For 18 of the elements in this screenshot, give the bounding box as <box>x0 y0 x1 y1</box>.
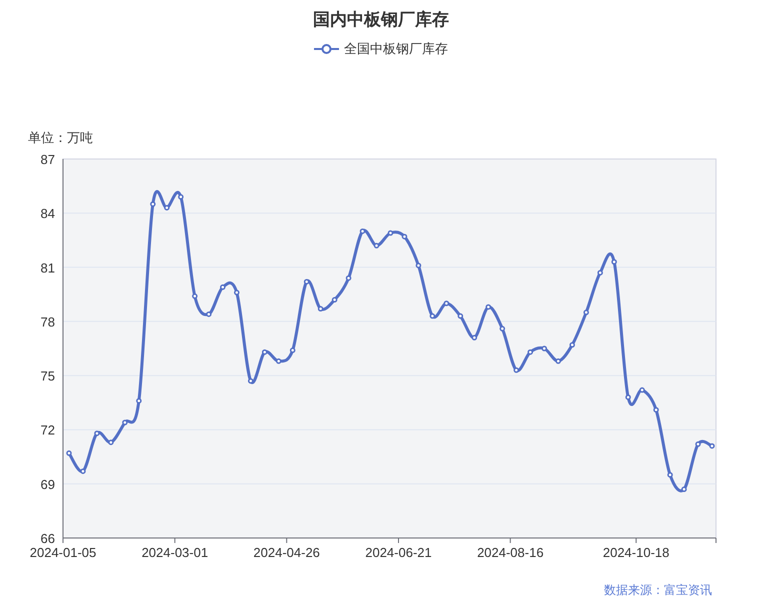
y-tick-label: 78 <box>40 314 55 330</box>
x-tick-label: 2024-10-18 <box>602 545 670 560</box>
x-tick-label: 2024-01-05 <box>30 545 96 560</box>
x-tick-label: 2024-04-26 <box>253 545 320 560</box>
chart-title: 国内中板钢厂库存 <box>313 9 449 31</box>
y-axis-unit-label: 单位：万吨 <box>28 130 93 145</box>
y-tick-label: 72 <box>40 422 55 438</box>
y-tick-label: 69 <box>40 476 55 492</box>
y-tick-label: 87 <box>40 152 55 167</box>
x-tick-label: 2024-03-01 <box>142 545 208 560</box>
y-tick-label: 66 <box>40 531 55 546</box>
data-source-note: 数据来源：富宝资讯 <box>604 583 712 597</box>
legend-item[interactable]: 全国中板钢厂库存 <box>314 39 448 58</box>
y-tick-label: 81 <box>40 260 55 276</box>
y-tick-label: 84 <box>40 206 55 222</box>
x-tick-label: 2024-06-21 <box>365 545 432 560</box>
y-tick-label: 75 <box>40 368 55 384</box>
x-tick-label: 2024-08-16 <box>477 545 544 560</box>
